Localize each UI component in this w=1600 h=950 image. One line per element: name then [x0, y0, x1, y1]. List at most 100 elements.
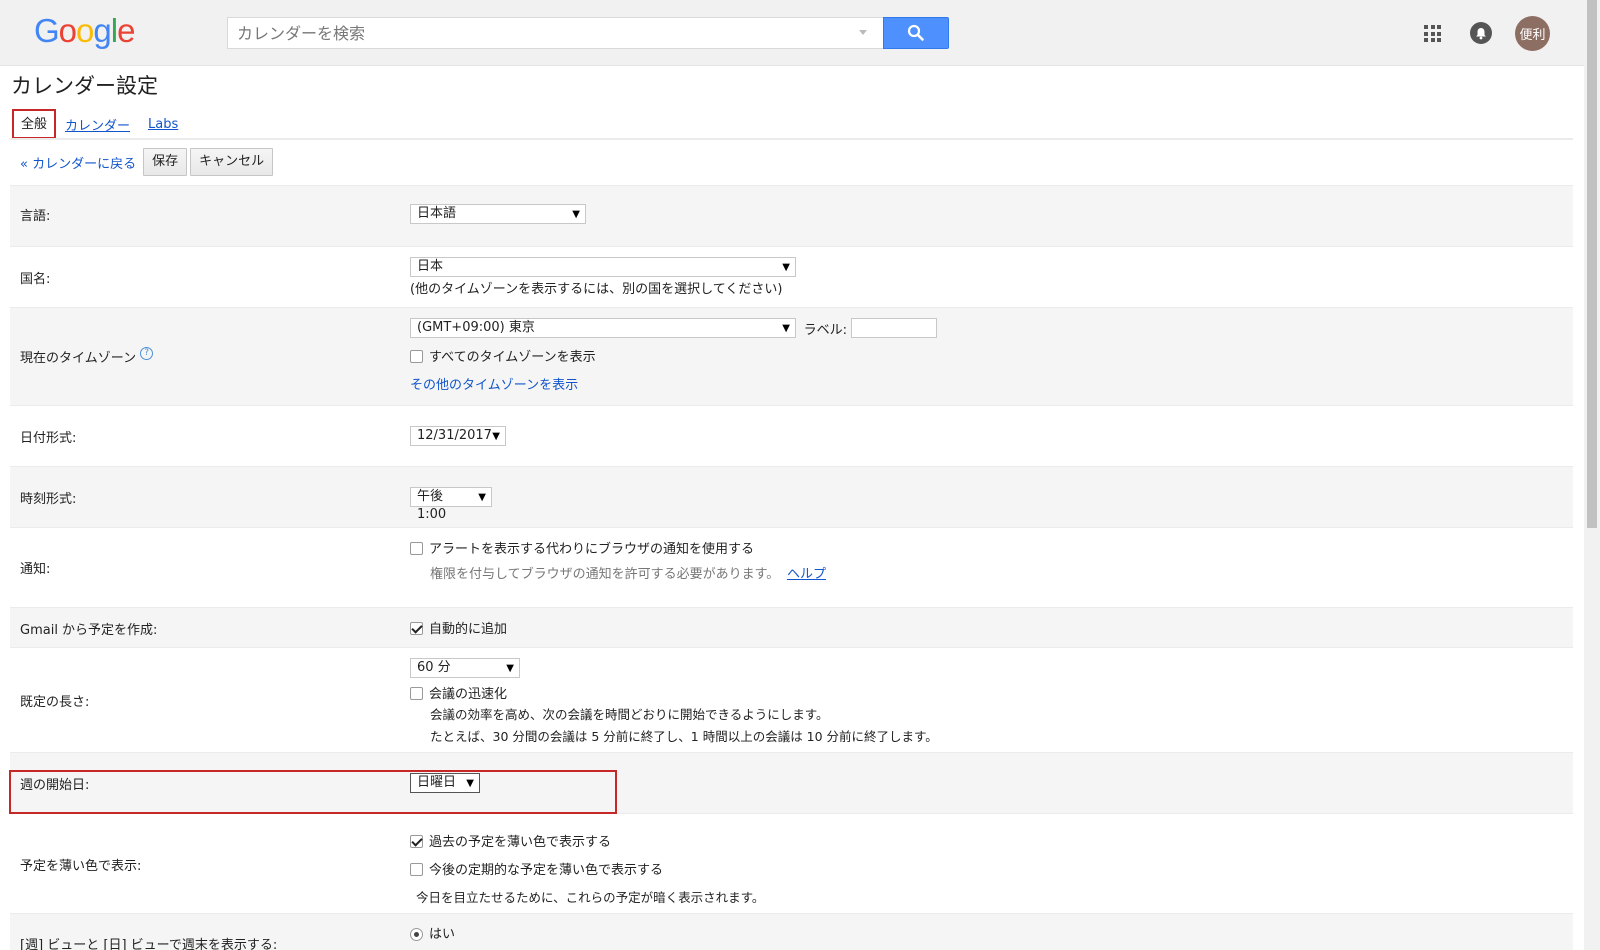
country-label: 国名:	[20, 272, 51, 287]
setting-row-default-duration: 既定の長さ: 60 分 ▼ 会議の迅速化 会議の効率を高め、次の会議を時間どおり…	[10, 647, 1573, 752]
speedy-meetings-checkbox[interactable]	[410, 687, 423, 701]
timezone-select-value: (GMT+09:00) 東京	[417, 320, 535, 335]
settings-list: 言語: 日本語 ▼ 国名: 日本 ▼ (他のタイムゾーンを表示するには、別の国を…	[10, 185, 1573, 950]
show-all-timezones-text: すべてのタイムゾーンを表示	[429, 350, 596, 365]
setting-row-country: 国名: 日本 ▼ (他のタイムゾーンを表示するには、別の国を選択してください)	[10, 246, 1573, 307]
search-button[interactable]	[883, 17, 949, 49]
setting-row-notifications: 通知: アラートを表示する代わりにブラウザの通知を使用する 権限を付与してブラウ…	[10, 527, 1573, 607]
time-format-select[interactable]: 午後1:00 ▼	[410, 487, 492, 522]
default-duration-select[interactable]: 60 分 ▼	[410, 658, 520, 678]
top-bar: Google 便利	[0, 0, 1584, 66]
weekend-yes-radio[interactable]	[410, 928, 423, 942]
setting-row-dim-events: 予定を薄い色で表示: 過去の予定を薄い色で表示する 今後の定期的な予定を薄い色で…	[10, 813, 1573, 913]
setting-row-gmail-events: Gmail から予定を作成: 自動的に追加	[10, 607, 1573, 647]
apps-grid-icon[interactable]	[1424, 25, 1441, 42]
setting-row-weekend: [週] ビューと [日] ビューで週末を表示する: はい	[10, 913, 1573, 950]
dim-recurring-events-checkbox[interactable]	[410, 863, 423, 877]
dropdown-arrow-icon: ▼	[782, 323, 790, 334]
dim-past-events-text: 過去の予定を薄い色で表示する	[429, 835, 612, 850]
tab-labs[interactable]: Labs	[147, 117, 179, 132]
dropdown-arrow-icon: ▼	[492, 431, 500, 442]
language-select-value: 日本語	[417, 206, 457, 221]
setting-row-date-format: 日付形式: 12/31/2017 ▼	[10, 405, 1573, 466]
logo-letter: G	[34, 12, 60, 49]
default-duration-select-value: 60 分	[417, 660, 451, 675]
logo-letter: o	[58, 12, 77, 49]
search-input[interactable]	[228, 18, 848, 48]
speedy-meetings-hint-1: 会議の効率を高め、次の会議を時間どおりに開始できるようにします。	[430, 707, 829, 722]
date-format-select[interactable]: 12/31/2017 ▼	[410, 426, 506, 446]
date-format-select-value: 12/31/2017	[417, 428, 492, 443]
help-link[interactable]: ヘルプ	[787, 567, 826, 582]
speedy-meetings-text: 会議の迅速化	[429, 687, 508, 702]
google-logo[interactable]: Google	[34, 12, 135, 50]
logo-letter: e	[117, 12, 135, 49]
speedy-meetings-option: 会議の迅速化	[410, 683, 938, 702]
settings-tabs: 全般 カレンダー Labs	[12, 109, 179, 139]
dim-recurring-events-text: 今後の定期的な予定を薄い色で表示する	[429, 863, 664, 878]
search-icon	[907, 24, 924, 41]
back-to-calendar-link[interactable]: « カレンダーに戻る	[20, 153, 136, 172]
show-all-timezones-checkbox[interactable]	[410, 350, 423, 364]
language-select[interactable]: 日本語 ▼	[410, 204, 586, 224]
page-scrollbar[interactable]	[1584, 0, 1600, 950]
browser-notifications-text: アラートを表示する代わりにブラウザの通知を使用する	[429, 542, 755, 557]
logo-letter: g	[93, 12, 111, 49]
time-format-label: 時刻形式:	[20, 492, 77, 507]
tab-general[interactable]: 全般	[12, 109, 57, 139]
dim-past-events-option: 過去の予定を薄い色で表示する	[410, 831, 764, 850]
account-avatar[interactable]: 便利	[1515, 16, 1550, 51]
cancel-button[interactable]: キャンセル	[190, 148, 274, 176]
tabs-divider	[10, 138, 1573, 140]
dropdown-arrow-icon: ▼	[782, 262, 790, 273]
country-select[interactable]: 日本 ▼	[410, 257, 796, 277]
search-box	[227, 17, 883, 49]
country-hint: (他のタイムゾーンを表示するには、別の国を選択してください)	[410, 282, 783, 297]
time-format-select-value: 午後1:00	[417, 489, 447, 522]
language-label: 言語:	[20, 209, 51, 224]
gmail-events-label: Gmail から予定を作成:	[20, 623, 158, 638]
dim-events-hint: 今日を目立たせるために、これらの予定が暗く表示されます。	[416, 890, 765, 905]
help-icon[interactable]: ?	[140, 347, 154, 360]
timezone-label: 現在のタイムゾーン?	[20, 347, 154, 366]
notifications-label: 通知:	[20, 562, 51, 577]
timezone-select[interactable]: (GMT+09:00) 東京 ▼	[410, 318, 796, 338]
setting-row-time-format: 時刻形式: 午後1:00 ▼	[10, 466, 1573, 527]
scrollbar-thumb[interactable]	[1587, 0, 1597, 528]
week-start-highlight	[9, 770, 617, 814]
weekend-label: [週] ビューと [日] ビューで週末を表示する:	[20, 938, 278, 950]
dim-past-events-checkbox[interactable]	[410, 835, 423, 849]
date-format-label: 日付形式:	[20, 431, 77, 446]
timezone-label-field-label: ラベル:	[803, 322, 848, 338]
browser-notifications-option: アラートを表示する代わりにブラウザの通知を使用する	[410, 538, 826, 557]
logo-letter: o	[76, 12, 94, 49]
dropdown-arrow-icon: ▼	[572, 209, 580, 220]
notifications-hint: 権限を付与してブラウザの通知を許可する必要があります。	[430, 567, 780, 582]
gmail-events-checkbox[interactable]	[410, 622, 423, 636]
weekend-yes-text: はい	[429, 927, 456, 942]
search-options-caret-icon[interactable]	[859, 30, 867, 35]
speedy-meetings-hint-2: たとえば、30 分間の会議は 5 分前に終了し、1 時間以上の会議は 10 分前…	[430, 729, 938, 744]
dim-recurring-events-option: 今後の定期的な予定を薄い色で表示する	[410, 859, 764, 878]
setting-row-language: 言語: 日本語 ▼	[10, 185, 1573, 246]
browser-notifications-checkbox[interactable]	[410, 542, 423, 556]
timezone-label-text: 現在のタイムゾーン	[20, 351, 137, 366]
show-all-timezones-option: すべてのタイムゾーンを表示	[410, 346, 937, 365]
tab-calendars[interactable]: カレンダー	[64, 115, 131, 134]
country-select-value: 日本	[417, 259, 444, 274]
page-title: カレンダー設定	[11, 74, 158, 98]
dim-events-label: 予定を薄い色で表示:	[20, 859, 142, 874]
gmail-events-option: 自動的に追加	[410, 618, 507, 637]
weekend-yes-option: はい	[410, 923, 455, 942]
default-duration-label: 既定の長さ:	[20, 695, 90, 710]
dropdown-arrow-icon: ▼	[478, 492, 486, 503]
dropdown-arrow-icon: ▼	[506, 663, 514, 674]
timezone-label-input[interactable]	[850, 318, 937, 338]
bell-glyph-icon	[1476, 27, 1486, 39]
other-timezone-link[interactable]: その他のタイムゾーンを表示	[410, 378, 578, 393]
gmail-events-text: 自動的に追加	[429, 622, 508, 637]
save-button[interactable]: 保存	[143, 148, 188, 176]
notifications-bell-icon[interactable]	[1470, 22, 1492, 44]
action-bar: « カレンダーに戻る 保存 キャンセル	[20, 148, 274, 176]
setting-row-timezone: 現在のタイムゾーン? (GMT+09:00) 東京 ▼ ラベル: すべてのタイム…	[10, 307, 1573, 405]
